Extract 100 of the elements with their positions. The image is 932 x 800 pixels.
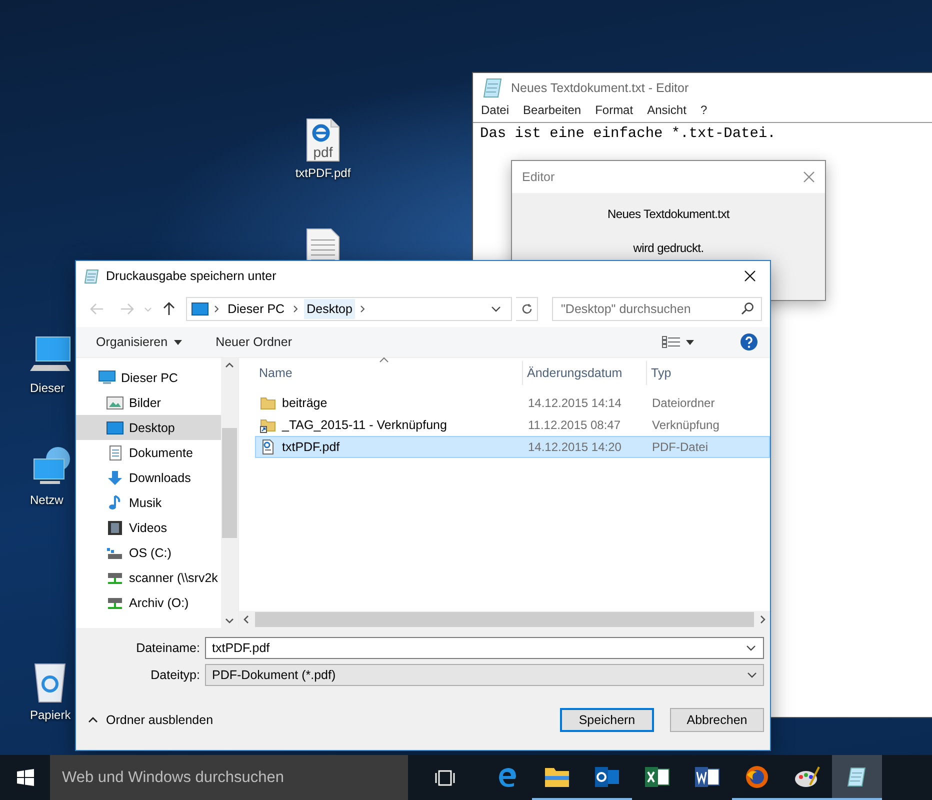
windows-logo — [16, 769, 34, 786]
caret-icon — [686, 340, 694, 344]
monitor-icon — [98, 370, 116, 386]
scroll-up-icon[interactable] — [225, 362, 234, 368]
chevron-icon — [359, 305, 368, 313]
organize-menu[interactable]: Organisieren — [94, 333, 184, 351]
nav-item[interactable]: Desktop — [76, 415, 221, 440]
nav-item[interactable]: Dokumente — [76, 440, 221, 465]
caret-icon — [491, 306, 502, 312]
filetype-dropdown[interactable]: PDF-Dokument (*.pdf) — [205, 664, 764, 686]
search-field[interactable]: "Desktop" durchsuchen — [552, 297, 762, 321]
list-view-icon — [662, 336, 680, 348]
nav-item[interactable]: Dieser PC — [76, 365, 221, 390]
search-icon — [741, 302, 754, 315]
close-icon[interactable] — [803, 171, 815, 183]
menu-item[interactable]: Datei — [481, 103, 510, 117]
film-icon — [106, 520, 124, 536]
refresh-button[interactable] — [516, 297, 538, 321]
pdf-file-icon — [260, 439, 276, 455]
sort-caret-icon — [379, 357, 389, 363]
folder-icon — [260, 395, 276, 411]
task-view-icon — [435, 770, 455, 786]
desktop-icon — [106, 420, 124, 436]
file-row[interactable]: txtPDF.pdf 14.12.2015 14:20 PDF-Datei — [255, 436, 770, 458]
picture-icon — [106, 394, 124, 410]
breadcrumb-item[interactable]: Desktop — [304, 299, 356, 319]
nav-item[interactable]: Archiv (O:) — [76, 590, 221, 615]
nav-item[interactable]: Bilder — [76, 390, 221, 415]
caret-up-icon — [88, 717, 98, 723]
scroll-down-icon[interactable] — [225, 618, 234, 624]
document-text: Das ist eine einfache *.txt-Datei. — [479, 125, 777, 144]
dialog-button[interactable]: Abbrechen — [670, 708, 764, 732]
address-bar[interactable]: Dieser PC Desktop — [186, 297, 512, 321]
file-date: 14.12.2015 14:14 — [527, 396, 622, 410]
breadcrumb-item[interactable]: Dieser PC — [224, 299, 288, 319]
caret-icon — [747, 672, 757, 678]
taskbar-app-button[interactable] — [832, 755, 882, 800]
column-header[interactable]: Typ — [647, 361, 770, 385]
close-icon — [744, 270, 756, 282]
dialog-title: Druckausgabe speichern unter — [106, 269, 276, 283]
browser-fox-icon — [745, 764, 769, 788]
down-arrow-icon — [106, 470, 124, 486]
scrollbar[interactable] — [239, 611, 770, 628]
file-date: 11.12.2015 08:47 — [527, 418, 622, 432]
document-app-icon — [694, 764, 720, 788]
file-type: Dateiordner — [651, 396, 716, 410]
view-options-button[interactable] — [660, 334, 696, 350]
menu-item[interactable]: ? — [700, 103, 708, 117]
dialog-button[interactable]: Speichern — [560, 708, 654, 732]
spreadsheet-app-icon — [644, 764, 670, 788]
nav-item[interactable]: scanner (\\srv2k — [76, 565, 221, 590]
scroll-right-icon[interactable] — [760, 615, 766, 624]
desktop-icon-label[interactable]: Papierk — [30, 708, 71, 722]
chevron-icon — [292, 305, 300, 313]
file-type: Verknüpfung — [651, 418, 720, 432]
new-folder-button[interactable]: Neuer Ordner — [214, 333, 294, 351]
up-arrow-icon — [162, 302, 175, 316]
help-icon[interactable] — [740, 333, 758, 351]
file-row[interactable]: _TAG_2015-11 - Verknüpfung 11.12.2015 08:47 Verknüpfung — [255, 414, 770, 436]
forward-arrow-icon — [120, 303, 134, 315]
hide-folders-button[interactable]: Ordner ausblenden — [88, 713, 214, 727]
icon-badge-text: pdf — [313, 144, 333, 160]
pdf-file-icon — [305, 118, 341, 162]
file-name: beiträge — [282, 396, 328, 410]
file-row[interactable]: beiträge 14.12.2015 14:14 Dateiordner — [255, 392, 770, 414]
monitor-icon — [190, 302, 209, 316]
file-name: _TAG_2015-11 - Verknüpfung — [282, 418, 447, 432]
notepad-icon — [84, 268, 100, 284]
nav-item[interactable]: Videos — [76, 515, 221, 540]
palette-icon — [794, 764, 820, 788]
folder-shortcut-icon — [260, 417, 276, 433]
nav-item[interactable]: Musik — [76, 490, 221, 515]
menu-item[interactable]: Ansicht — [647, 103, 686, 117]
column-header[interactable]: Name — [255, 361, 523, 385]
scroll-left-icon[interactable] — [243, 615, 249, 624]
field-label: Dateiname: — [135, 641, 200, 655]
menu-item[interactable]: Format — [595, 103, 634, 117]
nav-item[interactable]: OS (C:) — [76, 540, 221, 565]
scrollbar[interactable] — [221, 358, 238, 628]
taskbar-search-field[interactable]: Web und Windows durchsuchen — [50, 755, 408, 800]
file-date: 14.12.2015 14:20 — [527, 440, 622, 454]
mail-app-icon — [594, 764, 620, 788]
message-text: Neues Textdokument.txt — [608, 207, 730, 221]
desktop-icon-label[interactable]: Netzw — [30, 493, 64, 507]
filename-field[interactable]: txtPDF.pdf — [205, 637, 764, 659]
nav-item[interactable]: Downloads — [76, 465, 221, 490]
chevron-icon — [212, 305, 221, 313]
field-label: Dateityp: — [150, 668, 200, 682]
desktop-icon-label[interactable]: Dieser — [30, 381, 65, 395]
back-arrow-icon — [90, 303, 104, 315]
caret-icon — [174, 340, 182, 344]
file-type: PDF-Datei — [651, 440, 710, 454]
refresh-icon — [520, 303, 533, 315]
dialog-title: Editor — [522, 170, 555, 184]
desktop-icon-label[interactable]: txtPDF.pdf — [295, 166, 351, 180]
file-name: txtPDF.pdf — [282, 440, 340, 454]
menu-item[interactable]: Bearbeiten — [523, 103, 582, 117]
window-title: Neues Textdokument.txt - Editor — [511, 81, 689, 95]
caret-icon — [746, 645, 756, 651]
column-header[interactable]: Änderungsdatum — [523, 361, 647, 385]
